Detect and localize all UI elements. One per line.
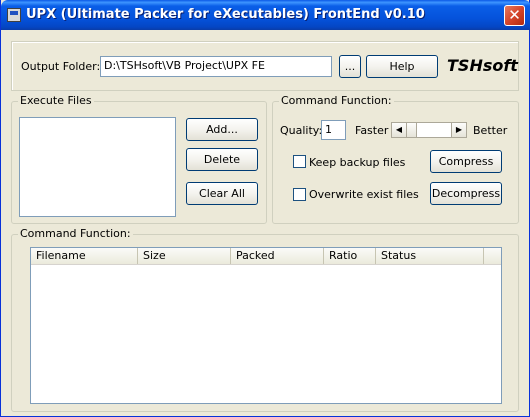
keep-backup-checkbox[interactable] xyxy=(293,155,306,168)
column-header-filename[interactable]: Filename xyxy=(31,248,138,264)
quality-slider[interactable]: ◀ ▶ xyxy=(391,122,467,138)
decompress-button[interactable]: Decompress xyxy=(430,182,502,205)
command-function-title: Command Function: xyxy=(279,94,394,107)
brand-logo: TSHsoft xyxy=(447,56,518,75)
slider-thumb[interactable] xyxy=(406,122,417,138)
window-title: UPX (Ultimate Packer for eXecutables) Fr… xyxy=(26,7,425,22)
delete-button[interactable]: Delete xyxy=(186,148,258,171)
close-button[interactable]: ✕ xyxy=(504,5,525,26)
results-title: Command Function: xyxy=(18,227,133,240)
help-button[interactable]: Help xyxy=(366,55,438,78)
column-header-size[interactable]: Size xyxy=(138,248,231,264)
add-button[interactable]: Add... xyxy=(186,118,258,141)
quality-input[interactable]: 1 xyxy=(321,120,346,140)
quality-label: Quality: xyxy=(280,124,323,137)
results-table-header: Filename Size Packed Ratio Status xyxy=(31,248,501,265)
overwrite-checkbox[interactable] xyxy=(293,188,306,201)
keep-backup-label[interactable]: Keep backup files xyxy=(309,156,405,169)
slider-left-arrow-icon[interactable]: ◀ xyxy=(391,122,407,138)
column-header-packed[interactable]: Packed xyxy=(231,248,324,264)
main-window: UPX (Ultimate Packer for eXecutables) Fr… xyxy=(0,0,530,417)
output-folder-label: Output Folder: xyxy=(21,60,101,73)
browse-button[interactable]: ... xyxy=(339,55,361,78)
better-label: Better xyxy=(473,124,508,137)
execute-files-list[interactable] xyxy=(19,117,176,217)
output-folder-field[interactable]: D:\TSHsoft\VB Project\UPX FE xyxy=(100,56,332,77)
faster-label: Faster xyxy=(355,124,389,137)
slider-right-arrow-icon[interactable]: ▶ xyxy=(451,122,467,138)
clear-all-button[interactable]: Clear All xyxy=(186,182,258,205)
results-table[interactable]: Filename Size Packed Ratio Status xyxy=(30,247,502,404)
column-header-status[interactable]: Status xyxy=(376,248,484,264)
compress-button[interactable]: Compress xyxy=(430,150,502,173)
column-header-ratio[interactable]: Ratio xyxy=(324,248,376,264)
execute-files-title: Execute Files xyxy=(18,94,94,107)
overwrite-label[interactable]: Overwrite exist files xyxy=(309,188,419,201)
title-bar[interactable]: UPX (Ultimate Packer for eXecutables) Fr… xyxy=(1,0,530,30)
app-icon[interactable] xyxy=(7,8,21,22)
